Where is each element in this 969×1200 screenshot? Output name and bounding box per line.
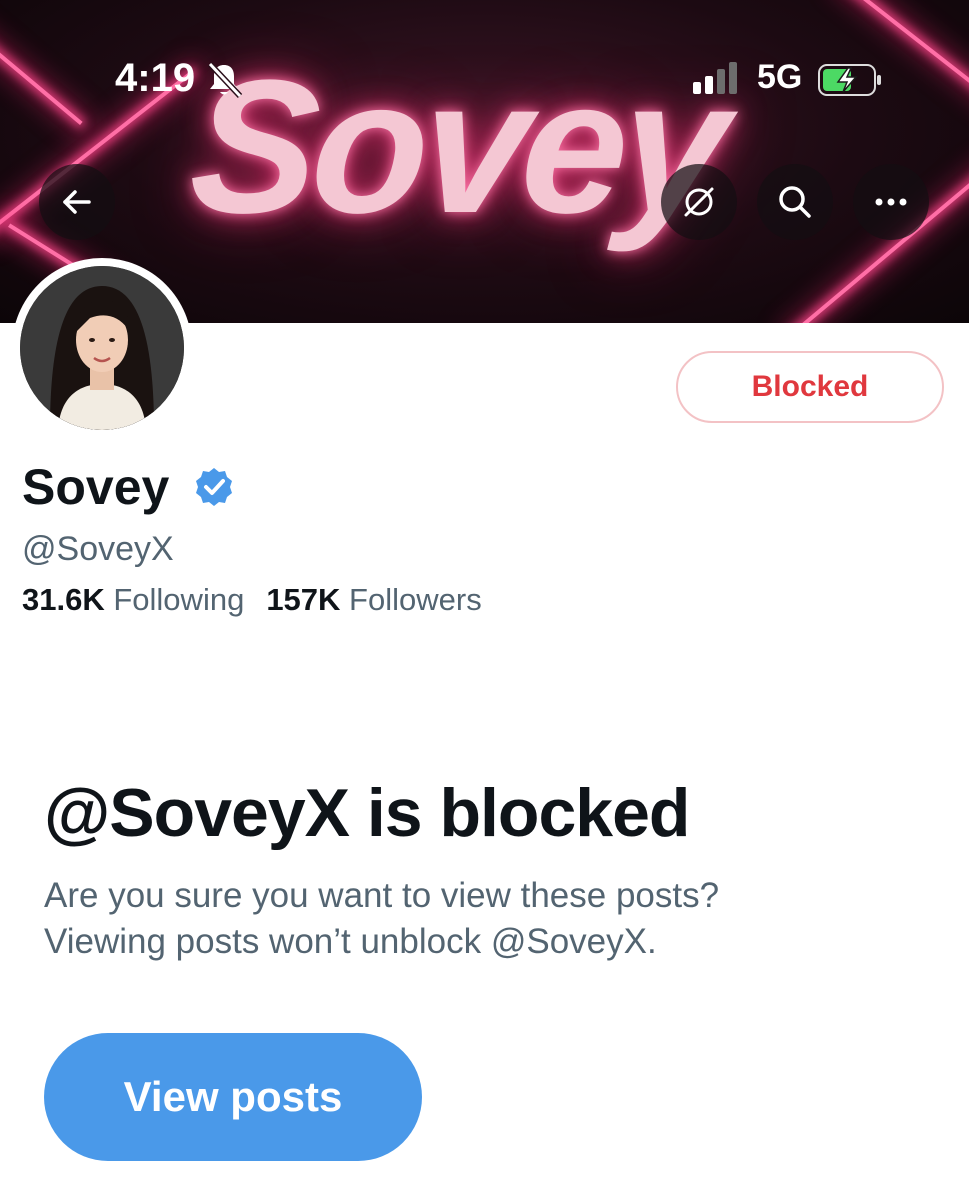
blocked-notice-line-2: Viewing posts won’t unblock @SoveyX. <box>44 922 657 961</box>
status-time: 4:19 <box>115 56 196 100</box>
battery-charging-icon <box>818 64 881 96</box>
verified-badge-icon <box>196 468 232 506</box>
profile-handle: @SoveyX <box>22 530 174 568</box>
avatar[interactable] <box>12 258 192 438</box>
follow-stats: 31.6K Following 157K Followers <box>22 582 482 618</box>
translate-icon <box>684 187 714 217</box>
back-button[interactable] <box>39 164 115 240</box>
translate-button[interactable] <box>661 164 737 240</box>
followers-label: Followers <box>349 582 482 617</box>
following-label: Following <box>113 582 245 617</box>
blocked-notice-description: Are you sure you want to view these post… <box>44 873 924 965</box>
banner-neon-line <box>0 19 83 125</box>
search-icon <box>779 186 811 218</box>
bell-slash-icon <box>207 61 243 99</box>
blocked-notice-title: @SoveyX is blocked <box>44 775 690 851</box>
followers-count: 157K <box>266 582 341 617</box>
profile-display-name: Sovey <box>22 459 170 515</box>
following-count: 31.6K <box>22 582 105 617</box>
back-arrow-icon <box>63 190 91 214</box>
view-posts-button[interactable]: View posts <box>44 1033 422 1161</box>
followers-link[interactable]: 157K Followers <box>266 582 481 617</box>
following-link[interactable]: 31.6K Following <box>22 582 244 617</box>
more-icon <box>875 198 907 206</box>
signal-icon <box>693 62 737 94</box>
more-options-button[interactable] <box>853 164 929 240</box>
avatar-image <box>20 266 184 430</box>
network-type: 5G <box>757 58 803 96</box>
blocked-button[interactable]: Blocked <box>676 351 944 423</box>
blocked-notice-line-1: Are you sure you want to view these post… <box>44 876 720 915</box>
search-button[interactable] <box>757 164 833 240</box>
banner-logo-text: Sovey <box>184 41 730 253</box>
